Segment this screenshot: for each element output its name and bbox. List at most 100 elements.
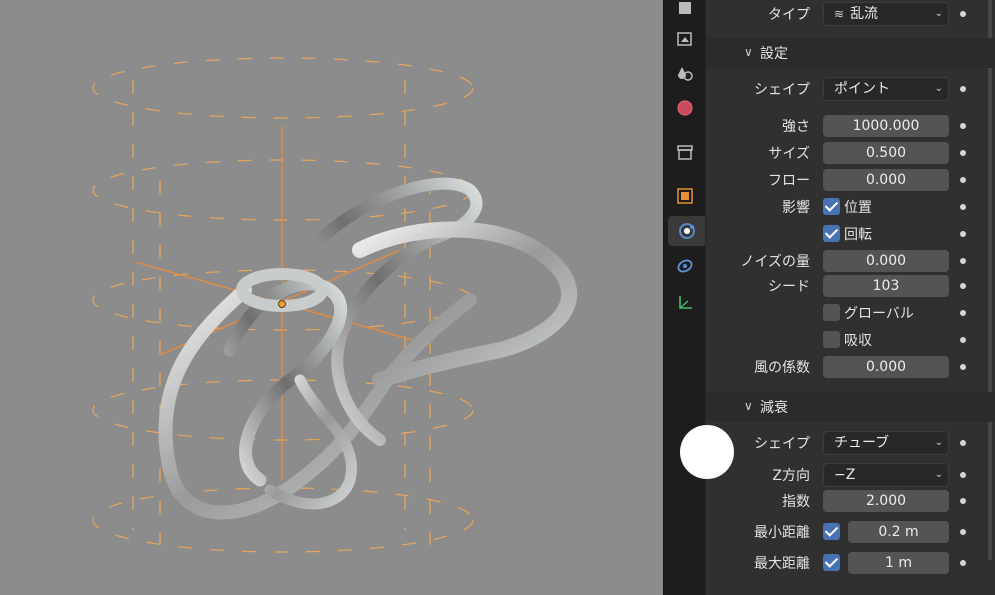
scene-icon (679, 2, 691, 14)
wind-factor-label: 風の係数 (754, 360, 810, 376)
power-label: 指数 (782, 494, 810, 510)
keyframe-dot[interactable] (960, 472, 966, 478)
3d-viewport[interactable] (0, 0, 663, 595)
affect-rotation-label: 回転 (844, 227, 872, 243)
shape-dropdown[interactable]: ポイント ⌄ (823, 77, 949, 101)
row-min-distance: 最小距離 0.2 m (706, 520, 995, 544)
tab-world[interactable] (670, 93, 700, 123)
keyframe-dot[interactable] (960, 177, 966, 183)
tab-view-layer[interactable] (670, 58, 700, 88)
wind-factor-field[interactable]: 0.000 (823, 356, 949, 378)
affect-location-checkbox[interactable] (823, 198, 840, 215)
world-icon (677, 100, 693, 116)
shape-value: ポイント (834, 81, 890, 97)
noise-field[interactable]: 0.000 (823, 250, 949, 272)
object-origin (278, 300, 286, 308)
keyframe-dot[interactable] (960, 310, 966, 316)
keyframe-dot[interactable] (960, 231, 966, 237)
row-z-direction: Z方向 −Z ⌄ (706, 463, 995, 487)
row-absorb: 吸収 (706, 328, 995, 352)
affect-label: 影響 (782, 200, 810, 216)
tab-physics[interactable] (668, 216, 706, 246)
row-falloff-shape: シェイプ チューブ ⌄ (706, 431, 995, 455)
keyframe-dot[interactable] (960, 440, 966, 446)
keyframe-dot[interactable] (960, 150, 966, 156)
keyframe-dot[interactable] (960, 498, 966, 504)
viewport-scene (92, 57, 578, 553)
min-distance-checkbox[interactable] (823, 523, 840, 540)
tab-data[interactable] (670, 287, 700, 317)
tab-collection[interactable] (670, 137, 700, 167)
collection-icon (677, 145, 693, 160)
field-type-label: タイプ (768, 7, 810, 23)
global-checkbox[interactable] (823, 304, 840, 321)
row-seed: シード 103 (706, 274, 995, 298)
output-icon (677, 32, 692, 46)
falloff-shape-label: シェイプ (754, 436, 810, 452)
keyframe-dot[interactable] (960, 123, 966, 129)
keyframe-dot[interactable] (960, 529, 966, 535)
size-label: サイズ (768, 146, 810, 162)
row-strength: 強さ 1000.000 (706, 114, 995, 138)
max-distance-label: 最大距離 (754, 556, 810, 572)
row-affect-rotation: 回転 (706, 222, 995, 246)
z-direction-label: Z方向 (772, 468, 810, 484)
tab-scene[interactable] (670, 0, 700, 22)
z-direction-dropdown[interactable]: −Z ⌄ (823, 463, 949, 487)
chevron-down-icon: ∨ (744, 399, 753, 413)
keyframe-dot[interactable] (960, 283, 966, 289)
row-flow: フロー 0.000 (706, 168, 995, 192)
absorb-label: 吸収 (844, 333, 872, 349)
row-max-distance: 最大距離 1 m (706, 551, 995, 575)
field-type-dropdown[interactable]: ≋ 乱流 ⌄ (823, 2, 949, 26)
keyframe-dot[interactable] (960, 86, 966, 92)
field-type-value: 乱流 (850, 6, 879, 22)
settings-title: 設定 (760, 46, 788, 62)
chevron-down-icon: ⌄ (934, 469, 943, 480)
max-distance-checkbox[interactable] (823, 554, 840, 571)
chevron-down-icon: ⌄ (934, 437, 943, 448)
min-distance-field[interactable]: 0.2 m (848, 521, 949, 543)
row-shape: シェイプ ポイント ⌄ (706, 77, 995, 101)
chevron-down-icon: ⌄ (934, 83, 943, 94)
absorb-checkbox[interactable] (823, 331, 840, 348)
power-field[interactable]: 2.000 (823, 490, 949, 512)
row-wind-factor: 風の係数 0.000 (706, 355, 995, 379)
size-field[interactable]: 0.500 (823, 142, 949, 164)
affect-location-label: 位置 (844, 200, 872, 216)
global-label: グローバル (844, 306, 914, 322)
strength-label: 強さ (782, 119, 810, 135)
keyframe-dot[interactable] (960, 560, 966, 566)
data-icon (679, 296, 692, 309)
shape-label: シェイプ (754, 82, 810, 98)
row-size: サイズ 0.500 (706, 141, 995, 165)
keyframe-dot[interactable] (960, 204, 966, 210)
settings-section-header[interactable]: ∨ 設定 (706, 38, 995, 68)
flow-field[interactable]: 0.000 (823, 169, 949, 191)
falloff-shape-dropdown[interactable]: チューブ ⌄ (823, 431, 949, 455)
keyframe-dot[interactable] (960, 337, 966, 343)
noise-label: ノイズの量 (740, 254, 810, 270)
chevron-down-icon: ∨ (744, 45, 753, 59)
affect-rotation-checkbox[interactable] (823, 225, 840, 242)
keyframe-dot[interactable] (960, 258, 966, 264)
tab-constraints[interactable] (670, 251, 700, 281)
keyframe-dot[interactable] (960, 11, 966, 17)
view-layer-icon (678, 67, 693, 81)
tab-output[interactable] (670, 24, 700, 54)
cursor-highlight-circle (680, 425, 734, 479)
tab-object[interactable] (670, 181, 700, 211)
strength-field[interactable]: 1000.000 (823, 115, 949, 137)
falloff-section-header[interactable]: ∨ 減衰 (706, 392, 995, 422)
turbulence-icon: ≋ (834, 7, 845, 21)
z-direction-value: −Z (834, 467, 856, 483)
seed-field[interactable]: 103 (823, 275, 949, 297)
properties-panel: タイプ ≋ 乱流 ⌄ ∨ 設定 シェイプ ポイント ⌄ 強さ 1000.000 サ… (705, 0, 995, 595)
row-global: グローバル (706, 301, 995, 325)
chevron-down-icon: ⌄ (934, 8, 943, 19)
object-icon (677, 188, 693, 204)
keyframe-dot[interactable] (960, 364, 966, 370)
row-field-type: タイプ ≋ 乱流 ⌄ (706, 2, 995, 26)
max-distance-field[interactable]: 1 m (848, 552, 949, 574)
constraints-icon (677, 259, 693, 273)
